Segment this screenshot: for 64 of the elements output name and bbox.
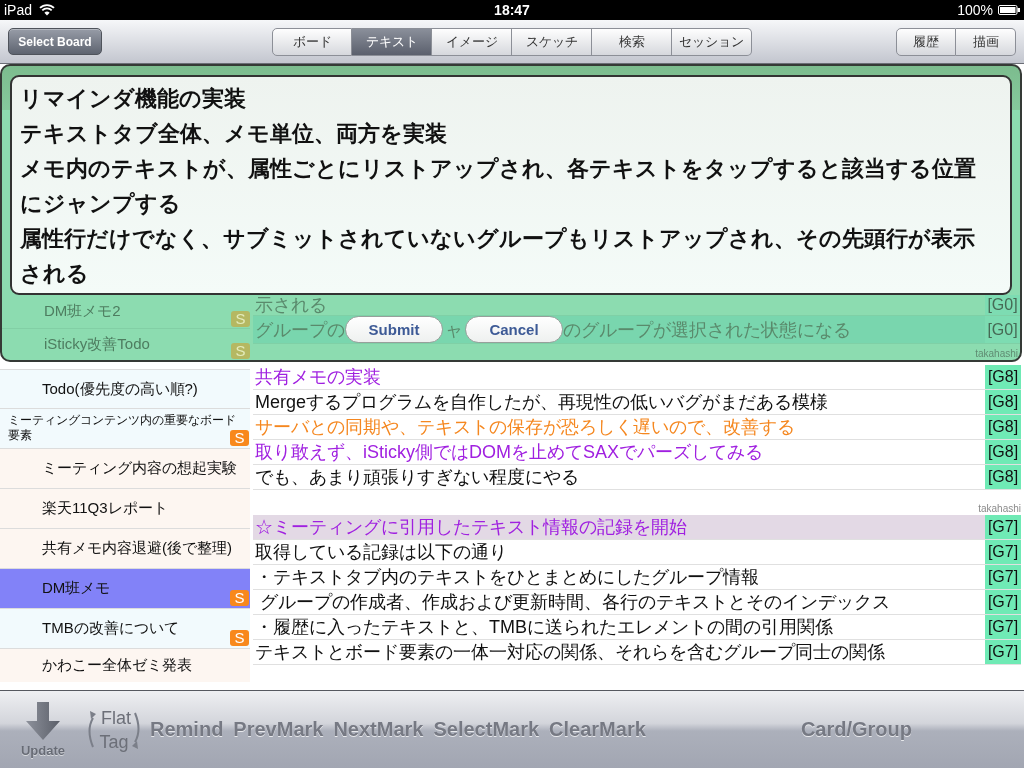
clock-time: 18:47 [494,2,530,18]
note-list-item[interactable]: ミーティングコンテンツ内の重要なボード要素 S [0,409,250,449]
memo-line[interactable]: グループの作成者、作成および更新時間、各行のテキストとそのインデックス [253,590,985,614]
note-list-item[interactable]: TMBの改善について S [0,609,250,649]
author-label: takahashi [978,503,1021,515]
nav-button[interactable]: 描画 [956,27,1016,56]
group-tag: [G7] [985,615,1021,639]
group-tag: [G8] [985,415,1021,439]
tab[interactable]: 検索 [592,27,672,56]
battery-icon [998,5,1020,15]
memo-line[interactable]: 共有メモの実装 [253,365,985,389]
text-editor-field[interactable]: リマインダ機能の実装 テキストタブ全体、メモ単位、両方を実装 メモ内のテキストが、属性ごとにリストアップされ、各テキストをタップすると該当する位置にジャンプする 属性行だけでなく、サブミットされていないグループもリストアップされ、その先頭行が表示される [10,75,1012,295]
memo-line[interactable]: ・テキストタブ内のテキストをひとまとめにしたグループ情報 [253,565,985,589]
note-list-item[interactable]: かわこー全体ゼミ発表 [0,649,250,682]
memo-line[interactable]: でも、あまり頑張りすぎない程度にやる [253,465,985,489]
group-tag: [G8] [985,465,1021,489]
tab[interactable]: セッション [672,27,752,56]
flat-tag-toggle[interactable]: Flat Tag [86,705,142,754]
group-tag: [G0] [985,295,1020,315]
editor-text: メモ内のテキストが、属性ごとにリストアップされ、各テキストをタップすると該当する位置にジャンプする [20,155,977,218]
dialog-button[interactable]: Submit [345,316,443,343]
group-tag: [G7] [985,565,1021,589]
memo-line[interactable]: ・履歴に入ったテキストと、TMBに送られたエレメントの間の引用関係 [253,615,985,639]
note-badge: S [231,343,250,359]
author-label: takahashi [975,348,1018,360]
dialog-button[interactable]: Cancel [465,316,563,343]
memo-line[interactable]: 取り敢えず、iSticky側ではDOMを止めてSAXでパーズしてみる [253,440,985,464]
memo-line[interactable]: 取得している記録は以下の通り [253,540,985,564]
group-tag: [G7] [985,540,1021,564]
tab[interactable]: スケッチ [512,27,592,56]
tab[interactable]: イメージ [432,27,512,56]
editor-text: 属性行だけでなく、サブミットされていないグループもリストアップされ、その先頭行が表示される [20,225,976,288]
editor-text: リマインダ機能の実装 [20,85,247,113]
note-list-item[interactable]: 共有メモ内容退避(後で整理) [0,529,250,569]
curved-arrow-icon [86,709,96,750]
battery-percent: 100% [957,2,993,18]
down-arrow-icon [26,701,60,740]
note-badge: S [230,630,249,646]
memo-text: のグループが選択された状態になる [563,318,851,342]
memo-text: グループの [255,318,345,342]
nav-button[interactable]: 履歴 [896,27,956,56]
group-tag: [G7] [985,515,1021,539]
memo-line[interactable]: Mergeするプログラムを自作したが、再現性の低いバグがまだある模様 [253,390,985,414]
tab[interactable]: テキスト [352,27,432,56]
note-badge: S [231,311,250,327]
group-tag: [G8] [985,365,1021,389]
memo-text: ャ [445,318,463,342]
wifi-icon [39,4,56,16]
select-board-button[interactable]: Select Board [8,28,102,55]
group-tag: [G8] [985,390,1021,414]
device-name: iPad [4,2,33,18]
note-list-item[interactable]: ミーティング内容の想起実験 [0,449,250,489]
group-tag: [G8] [985,440,1021,464]
note-list-item[interactable]: DM班メモ S [0,569,250,609]
tab[interactable]: ボード [272,27,352,56]
note-list-item[interactable]: 楽天11Q3レポート [0,489,250,529]
note-list-item[interactable]: Todo(優先度の高い順?) [0,369,250,409]
note-badge: S [230,590,249,606]
note-badge: S [230,430,249,446]
group-tag: [G7] [985,590,1021,614]
editor-text: テキストタブ全体、メモ単位、両方を実装 [20,120,448,148]
group-tag: [G0] [985,316,1020,343]
group-tag: [G7] [985,640,1021,664]
memo-line[interactable]: テキストとボード要素の一体一対応の関係、それらを含むグループ同士の関係 [253,640,985,664]
